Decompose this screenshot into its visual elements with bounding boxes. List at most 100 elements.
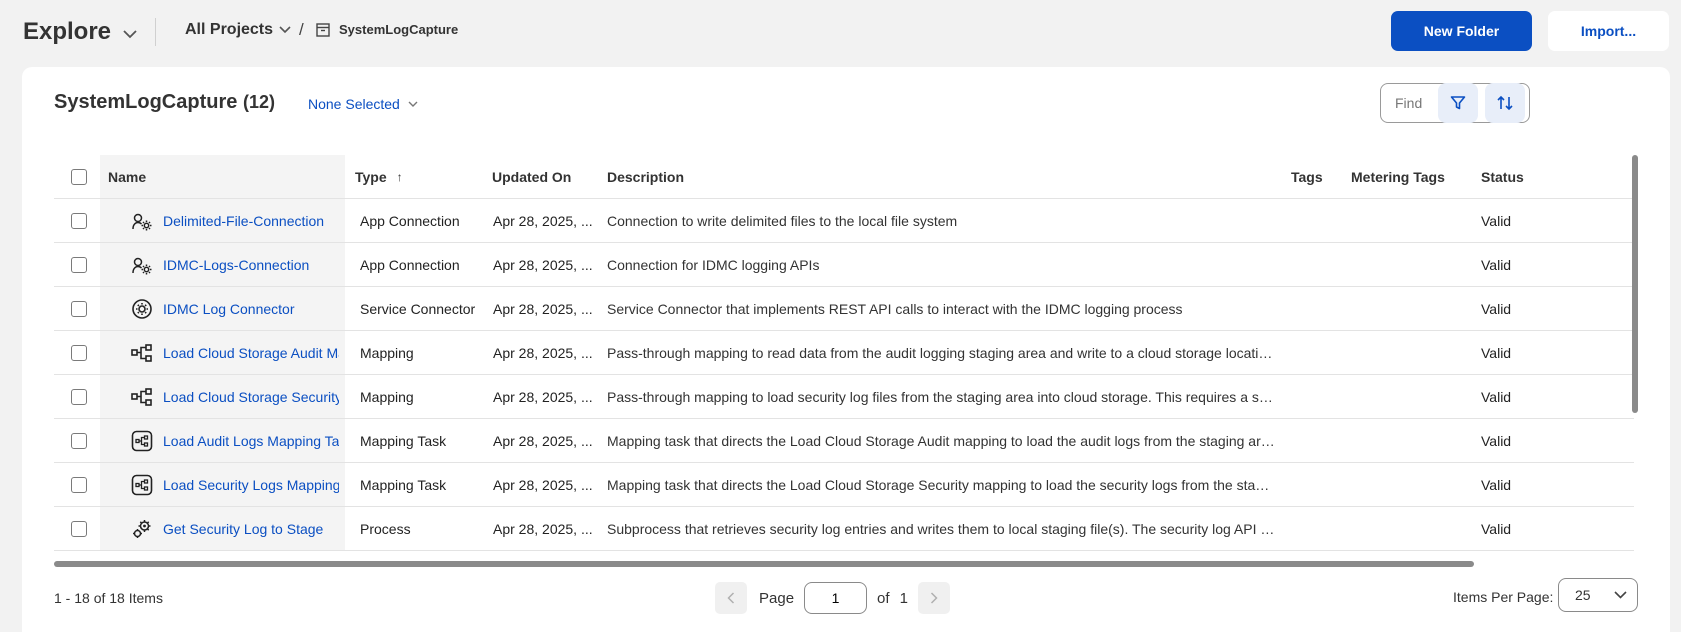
col-updated[interactable]: Updated On (492, 155, 571, 198)
asset-name-link[interactable]: Load Audit Logs Mapping Task (163, 419, 339, 462)
row-checkbox-cell (71, 463, 87, 506)
asset-tags (1292, 507, 1342, 550)
asset-status: Valid (1481, 256, 1512, 273)
asset-description: Connection for IDMC logging APIs (607, 257, 820, 273)
asset-updated: Apr 28, 2025, ... (493, 256, 593, 273)
asset-name-link[interactable]: Load Security Logs Mapping Ta (163, 463, 339, 506)
row-checkbox[interactable] (71, 476, 87, 493)
asset-updated: Apr 28, 2025, ... (493, 344, 593, 361)
row-checkbox-cell (71, 199, 87, 242)
items-per-page-value: 25 (1575, 587, 1591, 603)
col-tags[interactable]: Tags (1291, 155, 1323, 198)
asset-name-link[interactable]: IDMC Log Connector (163, 287, 339, 330)
col-status[interactable]: Status (1481, 155, 1524, 198)
explore-menu[interactable]: Explore (23, 18, 137, 46)
new-folder-button[interactable]: New Folder (1391, 11, 1532, 51)
select-all-checkbox[interactable] (71, 168, 87, 185)
asset-description: Pass-through mapping to read data from t… (607, 345, 1275, 361)
selection-label: None Selected (308, 96, 400, 112)
row-checkbox-cell (71, 243, 87, 286)
table-row[interactable]: Get Security Log to Stage Process Apr 28, … (54, 507, 1634, 551)
col-description[interactable]: Description (607, 155, 684, 198)
asset-updated: Apr 28, 2025, ... (493, 212, 593, 229)
chevron-right-icon (930, 592, 938, 604)
table-row[interactable]: Delimited-File-Connection App Connection A… (54, 199, 1634, 243)
process-icon (131, 507, 153, 550)
col-metering-tags[interactable]: Metering Tags (1351, 155, 1445, 198)
chevron-left-icon (727, 592, 735, 604)
asset-status: Valid (1481, 476, 1512, 493)
asset-metering-tags (1352, 507, 1472, 550)
selection-dropdown[interactable]: None Selected (308, 96, 418, 112)
panel-title-text: SystemLogCapture (54, 91, 238, 113)
mapping-icon (131, 375, 153, 418)
row-checkbox-cell (71, 375, 87, 418)
col-type-label: Type (355, 168, 387, 185)
asset-name-link[interactable]: Get Security Log to Stage (163, 507, 339, 550)
asset-description: Service Connector that implements REST A… (607, 301, 1183, 317)
asset-tags (1292, 199, 1342, 242)
mapping-task-icon (131, 463, 153, 506)
asset-type: App Connection (360, 212, 460, 229)
page-input[interactable] (804, 582, 868, 614)
asset-type: Mapping (360, 344, 414, 361)
asset-status: Valid (1481, 300, 1512, 317)
asset-description: Mapping task that directs the Load Cloud… (607, 477, 1275, 493)
asset-name-link[interactable]: IDMC-Logs-Connection (163, 243, 339, 286)
asset-updated: Apr 28, 2025, ... (493, 432, 593, 449)
select-all-cell (71, 155, 87, 198)
sort-button[interactable] (1485, 83, 1525, 123)
table-row[interactable]: IDMC-Logs-Connection App Connection Apr 28… (54, 243, 1634, 287)
row-checkbox-cell (71, 507, 87, 550)
col-name[interactable]: Name (108, 155, 146, 198)
row-checkbox[interactable] (71, 256, 87, 273)
asset-name-link[interactable]: Load Cloud Storage Audit Map (163, 331, 339, 374)
mapping-task-icon (131, 419, 153, 462)
service-connector-icon (131, 287, 153, 330)
breadcrumb-separator: / (299, 20, 304, 39)
asset-metering-tags (1352, 375, 1472, 418)
breadcrumb-current: SystemLogCapture (316, 22, 458, 37)
table-row[interactable]: Load Security Logs Mapping Ta Mapping Tas… (54, 463, 1634, 507)
asset-updated: Apr 28, 2025, ... (493, 476, 593, 493)
col-type[interactable]: Type ↑ (355, 155, 403, 198)
horizontal-scrollbar[interactable] (54, 561, 1474, 567)
content-panel: SystemLogCapture (12) None Selected Name… (22, 67, 1670, 632)
asset-metering-tags (1352, 199, 1472, 242)
vertical-scrollbar[interactable] (1632, 155, 1638, 413)
asset-status: Valid (1481, 212, 1512, 229)
row-checkbox[interactable] (71, 388, 87, 405)
asset-metering-tags (1352, 331, 1472, 374)
items-per-page-select[interactable]: 25 (1558, 578, 1638, 612)
table-body: Delimited-File-Connection App Connection A… (54, 199, 1634, 551)
breadcrumb-projects[interactable]: All Projects (185, 21, 291, 39)
page-label: Page (759, 589, 795, 607)
asset-name-link[interactable]: Load Cloud Storage Security M (163, 375, 339, 418)
items-summary: 1 - 18 of 18 Items (54, 590, 163, 606)
row-checkbox[interactable] (71, 432, 87, 449)
app-title: Explore (23, 18, 112, 45)
import-button[interactable]: Import... (1548, 11, 1669, 51)
asset-type: Process (360, 520, 411, 537)
asset-type: App Connection (360, 256, 460, 273)
table-row[interactable]: IDMC Log Connector Service Connector Apr 2… (54, 287, 1634, 331)
row-checkbox[interactable] (71, 212, 87, 229)
row-checkbox[interactable] (71, 520, 87, 537)
table-header: Name Type ↑ Updated On Description Tags M… (54, 155, 1634, 199)
table-row[interactable]: Load Cloud Storage Audit Map Mapping Apr 2… (54, 331, 1634, 375)
asset-updated: Apr 28, 2025, ... (493, 300, 593, 317)
assets-table: Name Type ↑ Updated On Description Tags M… (54, 155, 1634, 551)
asset-name-link[interactable]: Delimited-File-Connection (163, 199, 339, 242)
chevron-down-icon (1614, 591, 1627, 599)
table-row[interactable]: Load Audit Logs Mapping Task Mapping Task… (54, 419, 1634, 463)
prev-page-button[interactable] (715, 582, 747, 614)
row-checkbox[interactable] (71, 300, 87, 317)
next-page-button[interactable] (917, 582, 950, 614)
panel-title: SystemLogCapture (12) (54, 91, 275, 113)
sort-icon (1497, 95, 1513, 111)
row-checkbox[interactable] (71, 344, 87, 361)
items-per-page-label: Items Per Page: (1453, 589, 1554, 605)
table-row[interactable]: Load Cloud Storage Security M Mapping Apr … (54, 375, 1634, 419)
filter-button[interactable] (1438, 83, 1478, 123)
mapping-icon (131, 331, 153, 374)
